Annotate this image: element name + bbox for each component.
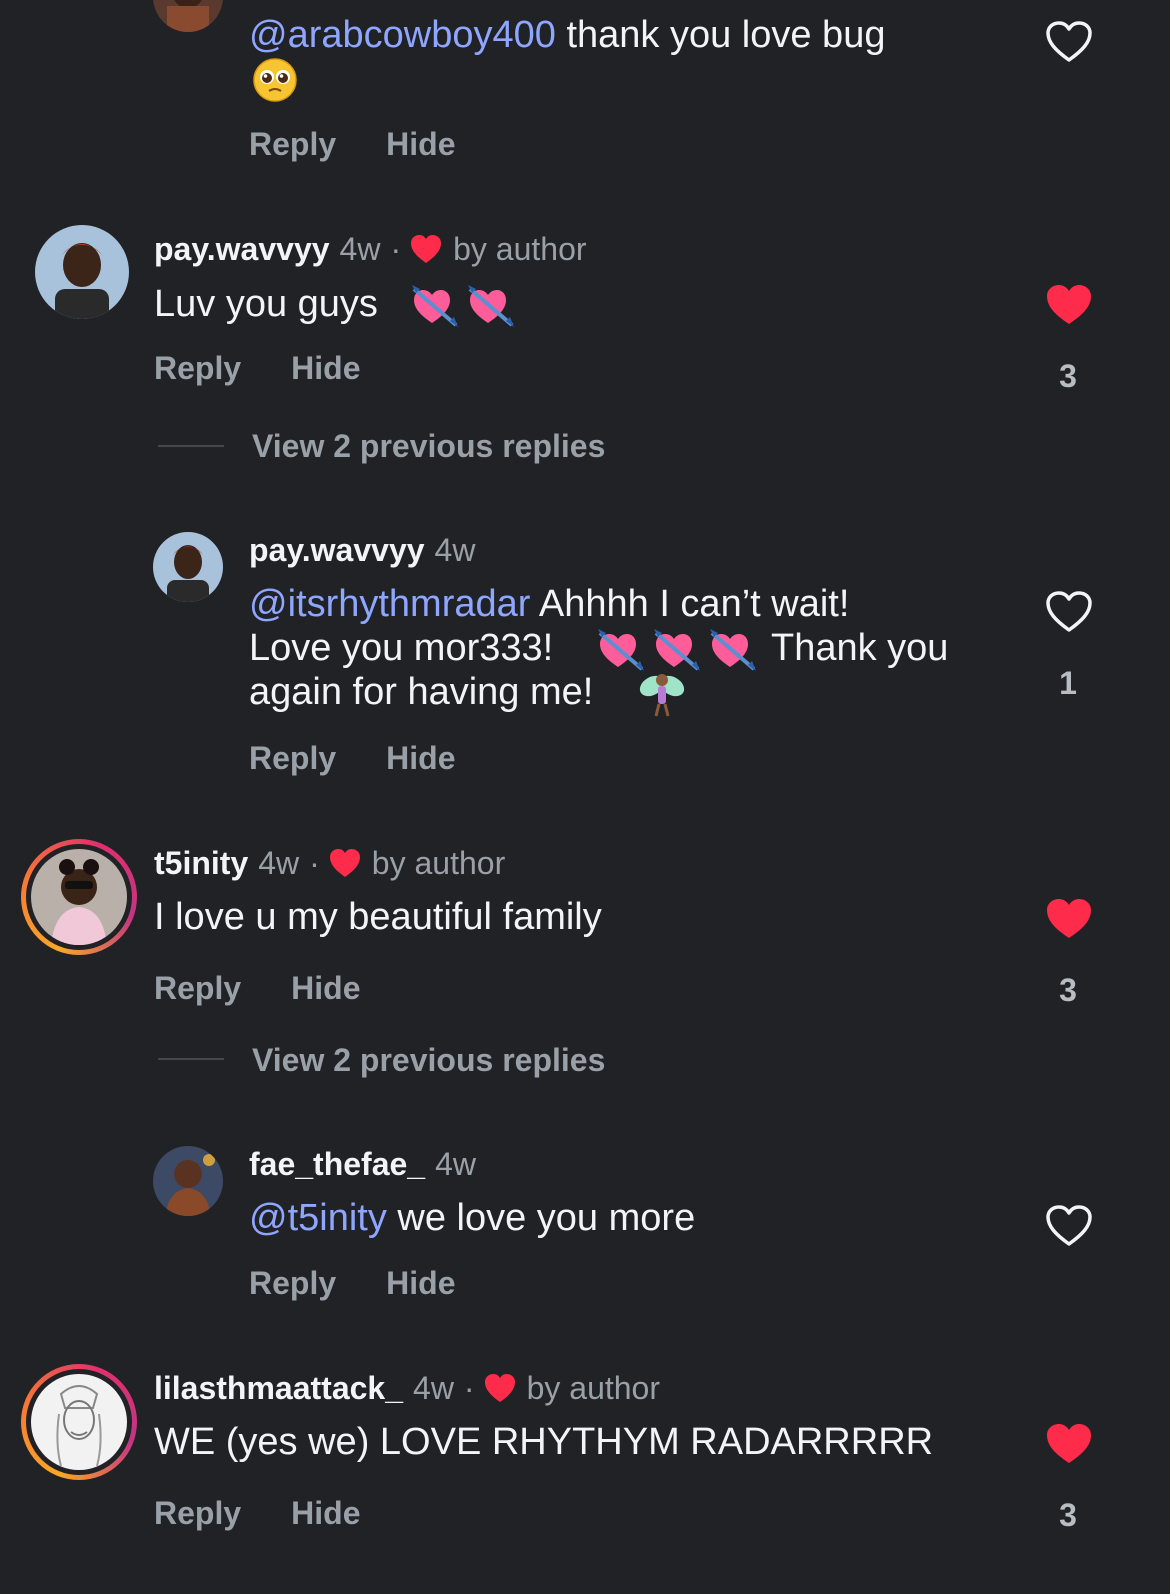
comment-meta: lilasthmaattack_ 4w · by author <box>154 1368 660 1408</box>
comment-text: Luv you guys <box>154 283 378 325</box>
comment-meta: t5inity 4w · by author <box>154 843 505 883</box>
story-ring-avatar[interactable] <box>21 839 137 955</box>
separator: · <box>463 1370 475 1406</box>
avatar[interactable] <box>35 225 129 319</box>
mention-link[interactable]: @itsrhythmradar <box>249 583 530 625</box>
like-heart-icon[interactable] <box>1045 283 1093 327</box>
like-heart-icon[interactable] <box>1045 1204 1093 1248</box>
comment-actions: Reply Hide <box>249 124 455 164</box>
username[interactable]: t5inity <box>154 843 248 883</box>
hide-button[interactable]: Hide <box>291 348 360 388</box>
pleading-face-emoji <box>252 57 298 103</box>
like-count: 3 <box>1059 972 1077 1008</box>
comment-text: @arabcowboy400 thank you love bug <box>249 14 886 56</box>
like-count: 3 <box>1059 1497 1077 1533</box>
by-author-label: by author <box>371 845 506 881</box>
heart-with-arrow-emoji <box>410 283 460 329</box>
heart-with-arrow-emoji <box>708 627 758 673</box>
comment-text-line: @itsrhythmradar Ahhhh I can’t wait! <box>249 583 850 625</box>
username[interactable]: pay.wavvyy <box>249 530 425 570</box>
comment-text-line: Love you mor333! <box>249 627 554 669</box>
comment-actions: Reply Hide <box>154 968 360 1008</box>
author-heart-icon <box>409 233 443 265</box>
comment-actions: Reply Hide <box>249 738 455 778</box>
reply-button[interactable]: Reply <box>154 348 241 388</box>
by-author-label: by author <box>453 231 587 267</box>
timestamp: 4w <box>434 532 476 568</box>
hide-button[interactable]: Hide <box>291 1493 360 1533</box>
comment-text: I love u my beautiful family <box>154 896 602 938</box>
comment-meta: fae_thefae_ 4w <box>249 1144 476 1184</box>
fairy-emoji <box>636 666 688 720</box>
separator: · <box>309 845 320 881</box>
like-count: 3 <box>1059 358 1077 394</box>
mention-link[interactable]: @t5inity <box>249 1197 387 1239</box>
reply-button[interactable]: Reply <box>154 1493 241 1533</box>
comment-actions: Reply Hide <box>154 348 360 388</box>
avatar <box>31 1374 127 1470</box>
hide-button[interactable]: Hide <box>386 738 455 778</box>
avatar[interactable] <box>153 532 223 602</box>
comment-text: @t5inity we love you more <box>249 1197 696 1239</box>
like-count: 1 <box>1059 665 1077 701</box>
username[interactable]: lilasthmaattack_ <box>154 1368 403 1408</box>
view-replies-line <box>158 445 224 447</box>
avatar <box>31 849 127 945</box>
view-replies-line <box>158 1058 224 1060</box>
reply-button[interactable]: Reply <box>249 738 336 778</box>
username[interactable]: fae_thefae_ <box>249 1144 425 1184</box>
mention-link[interactable]: @arabcowboy400 <box>249 14 556 56</box>
timestamp: 4w <box>435 1146 476 1182</box>
reply-button[interactable]: Reply <box>154 968 241 1008</box>
separator: · <box>390 231 402 267</box>
timestamp: 4w <box>258 845 300 881</box>
view-previous-replies[interactable]: View 2 previous replies <box>252 1040 605 1080</box>
comment-actions: Reply Hide <box>249 1263 455 1303</box>
view-previous-replies[interactable]: View 2 previous replies <box>252 426 605 466</box>
hide-button[interactable]: Hide <box>386 124 455 164</box>
hide-button[interactable]: Hide <box>291 968 360 1008</box>
hide-button[interactable]: Hide <box>386 1263 455 1303</box>
heart-with-arrow-emoji <box>466 283 516 329</box>
comment-actions: Reply Hide <box>154 1493 360 1533</box>
username[interactable]: pay.wavvyy <box>154 229 330 269</box>
timestamp: 4w <box>413 1370 454 1406</box>
comment-meta: pay.wavvyy 4w <box>249 530 475 570</box>
comment-text-line: again for having me! <box>249 671 594 713</box>
avatar[interactable] <box>153 0 223 32</box>
avatar[interactable] <box>153 1146 223 1216</box>
author-heart-icon <box>483 1372 517 1404</box>
story-ring-avatar[interactable] <box>21 1364 137 1480</box>
comment-meta: pay.wavvyy 4w · by author <box>154 229 587 269</box>
like-heart-icon[interactable] <box>1045 20 1093 64</box>
reply-button[interactable]: Reply <box>249 1263 336 1303</box>
comment-text-line: Thank you <box>771 627 949 669</box>
timestamp: 4w <box>339 231 381 267</box>
author-heart-icon <box>328 847 362 879</box>
comment-text: WE (yes we) LOVE RHYTHYM RADARRRRR <box>154 1421 934 1463</box>
like-heart-icon[interactable] <box>1045 590 1093 634</box>
like-heart-icon[interactable] <box>1045 1422 1093 1466</box>
like-heart-icon[interactable] <box>1045 897 1093 941</box>
reply-button[interactable]: Reply <box>249 124 336 164</box>
by-author-label: by author <box>526 1370 660 1406</box>
